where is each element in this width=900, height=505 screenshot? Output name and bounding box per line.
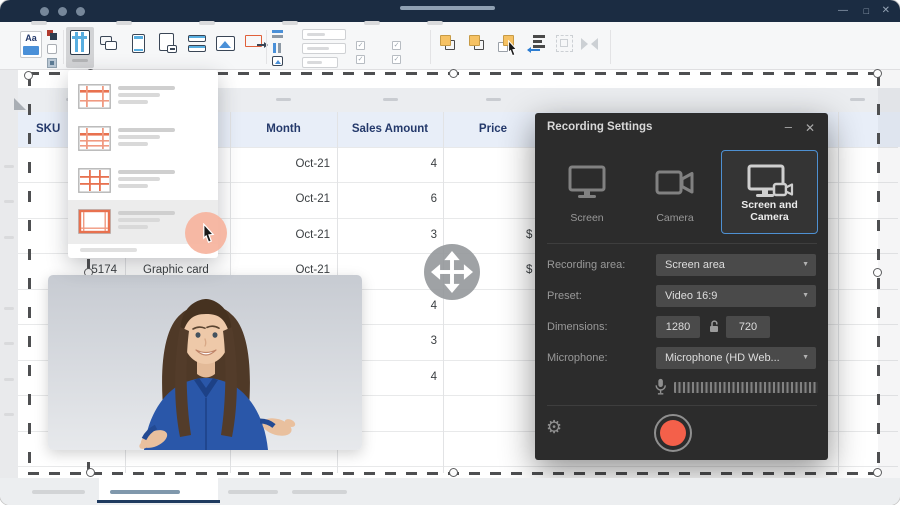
column-icon[interactable] [132,34,145,53]
mode-screen-and-camera-button[interactable]: Screen and Camera [721,150,818,234]
checkbox-icon[interactable]: ✓ [356,41,365,50]
preset-dropdown[interactable]: Video 16:9 ▼ [656,285,816,307]
marquee-left-edge[interactable] [28,75,31,473]
table-style-option-3[interactable] [68,160,218,202]
marquee-handle[interactable] [449,69,458,78]
microphone-icon [654,378,667,396]
microphone-label: Microphone: [547,352,608,364]
webcam-person-image [48,275,362,450]
frame-arrow-icon[interactable] [245,35,267,52]
image-small-icon[interactable] [272,56,283,66]
mic-level-meter [674,382,818,393]
minimize-button[interactable]: — [838,4,848,18]
cursor-icon [506,40,519,57]
lock-open-icon[interactable] [708,319,720,334]
height-input[interactable]: 720 [726,316,770,338]
select-all-corner[interactable] [14,98,26,110]
marquee-handle[interactable] [86,468,95,477]
preset-label: Preset: [547,290,582,302]
record-button[interactable] [654,414,692,452]
table-style-outer-border-icon [78,209,111,234]
paste-in-front-icon[interactable] [498,35,518,55]
table-style-option-2[interactable] [68,118,218,160]
marquee-handle[interactable] [873,468,882,477]
field-input-2[interactable] [302,43,346,54]
sheet-tab[interactable] [292,490,347,494]
marquee-handle[interactable] [873,69,882,78]
checkbox-icon[interactable]: ✓ [356,55,365,64]
traffic-light-close-icon[interactable] [40,7,49,16]
marquee-handle[interactable] [449,468,458,477]
chevron-down-icon: ▼ [802,347,809,369]
columns-small-icon[interactable] [272,43,283,53]
layout-slide-icon[interactable] [47,58,57,68]
traffic-light-zoom-icon[interactable] [76,7,85,16]
image-icon[interactable] [216,36,235,51]
traffic-light-minimize-icon[interactable] [58,7,67,16]
panel-title: Recording Settings [547,121,652,133]
rows-icon[interactable] [188,35,206,53]
table-style-option-1[interactable] [68,76,218,118]
header-sku[interactable]: SKU [36,112,60,147]
table-style-grid-icon [78,168,111,193]
close-button[interactable]: ✕ [882,4,890,18]
move-handle[interactable] [424,244,480,300]
webcam-preview[interactable] [48,275,362,450]
app-window: — □ ✕ Aa [0,0,900,505]
checkbox-icon[interactable]: ✓ [392,41,401,50]
chevron-down-icon: ▼ [802,254,809,276]
header-price[interactable]: Price [443,112,543,147]
mode-screen-button[interactable]: Screen [544,150,630,234]
width-input[interactable]: 1280 [656,316,700,338]
camera-icon [655,169,695,197]
table-layout-dropdown [68,70,218,258]
header-sales[interactable]: Sales Amount [337,112,443,147]
field-input-3[interactable] [302,57,338,68]
marquee-handle[interactable] [24,71,33,80]
header-month[interactable]: Month [230,112,337,147]
sheet-tab-bar [0,478,900,505]
sheet-tab[interactable] [32,490,85,494]
move-arrows-icon [424,244,480,300]
table-style-banded-rows-icon [78,126,111,151]
table-tool-button[interactable] [66,27,94,68]
marquee-handle[interactable] [873,268,882,277]
checkbox-icon[interactable]: ✓ [392,55,401,64]
sheet-tab[interactable] [228,490,278,494]
panel-close-button[interactable]: ✕ [805,121,815,135]
recording-settings-panel: Recording Settings – ✕ Screen Camera [535,113,828,460]
screen-and-camera-icon [746,164,794,202]
panel-minimize-button[interactable]: – [785,119,792,134]
gear-icon[interactable]: ⚙ [546,418,562,436]
maximize-button[interactable]: □ [864,4,869,18]
group-icon-disabled [556,35,573,52]
title-bar: — □ ✕ [0,0,900,22]
toolbar: Aa [0,22,900,70]
recording-area-label: Recording area: [547,259,625,271]
flip-icon-disabled [581,35,599,52]
row-gutter [0,70,18,478]
blank-slide-icon[interactable] [47,44,57,54]
chevron-down-icon: ▼ [802,285,809,307]
theme-icon[interactable] [47,30,57,40]
dimensions-label: Dimensions: [547,321,608,333]
screen-icon [567,165,607,199]
microphone-dropdown[interactable]: Microphone (HD Web... ▼ [656,347,816,369]
rows-small-icon[interactable] [272,30,283,39]
align-left-icon[interactable] [528,35,546,53]
record-button-core [660,420,686,446]
recording-area-dropdown[interactable]: Screen area ▼ [656,254,816,276]
dropdown-footer-placeholder [80,248,137,252]
window-title-placeholder [400,6,495,10]
cursor-icon [201,223,216,244]
active-tab-underline [97,500,220,503]
duplicate-icon[interactable] [100,36,119,52]
send-backward-icon[interactable] [469,35,487,53]
table-style-header-rows-icon [78,84,111,109]
text-image-icon[interactable]: Aa [20,31,42,58]
mode-camera-button[interactable]: Camera [632,150,718,234]
field-input-1[interactable] [302,29,346,40]
page-export-icon[interactable] [159,33,179,54]
bring-forward-icon[interactable] [440,35,458,53]
